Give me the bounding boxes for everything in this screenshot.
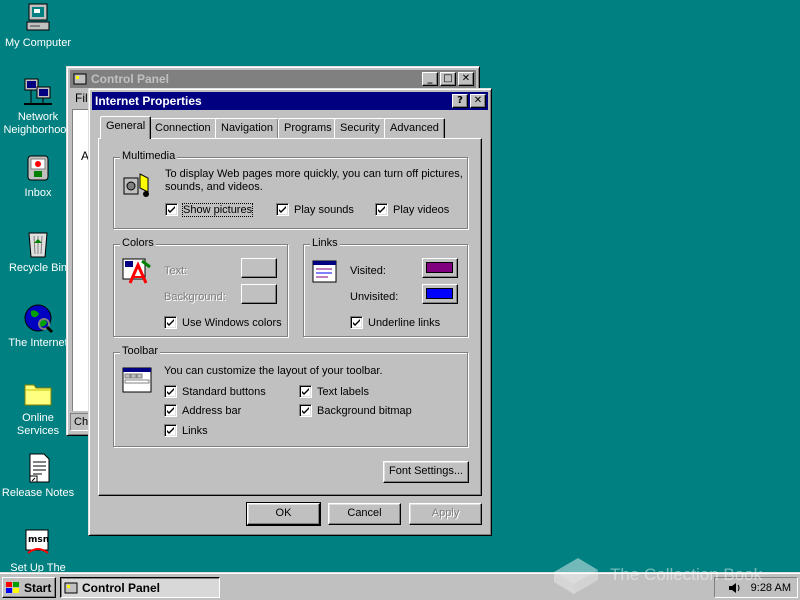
book-logo-icon: [554, 558, 598, 594]
desktop-icon-recycle-bin[interactable]: Recycle Bin: [0, 227, 76, 275]
my-computer-icon: [26, 3, 50, 31]
start-button[interactable]: Start: [2, 577, 56, 598]
desktop-icon-label: Recycle Bin: [8, 262, 68, 274]
desktop-icon-inbox[interactable]: Inbox: [0, 152, 76, 200]
control-panel-icon: [64, 582, 78, 593]
control-panel-titlebar[interactable]: Control Panel _ □ ✕: [70, 70, 476, 88]
minimize-button[interactable]: _: [422, 72, 438, 86]
help-button[interactable]: ?: [452, 94, 468, 108]
start-label: Start: [24, 580, 52, 595]
dialog-title: Internet Properties: [95, 94, 202, 108]
desktop-icon-release-notes[interactable]: Release Notes: [0, 452, 76, 500]
desktop-icon-setup-msn[interactable]: msn Set Up The: [0, 527, 76, 575]
desktop-icon-my-computer[interactable]: My Computer: [0, 2, 76, 50]
inbox-icon: [27, 155, 49, 181]
recycle-bin-icon: [28, 232, 48, 258]
menu-file[interactable]: Fil: [75, 92, 88, 105]
dialog-titlebar[interactable]: Internet Properties ? ✕: [92, 92, 488, 110]
desktop-icon-the-internet[interactable]: The Internet: [0, 302, 76, 350]
desktop-icon-label: Online Services: [16, 412, 60, 437]
close-button[interactable]: ✕: [458, 72, 474, 86]
desktop-icon-label: My Computer: [4, 37, 72, 49]
desktop-icon-network-neighborhood[interactable]: Network Neighborhood: [0, 76, 76, 137]
desktop-icon-label: Network Neighborhood: [3, 111, 73, 136]
svg-text:msn: msn: [28, 535, 49, 545]
desktop-icon-label: The Internet: [8, 337, 68, 349]
internet-properties-dialog[interactable]: Internet Properties ? ✕: [88, 88, 492, 536]
folder-icon: [24, 384, 52, 406]
desktop-icon-online-services[interactable]: Online Services: [0, 377, 76, 438]
document-icon: [29, 453, 50, 483]
msn-icon: msn: [25, 529, 49, 554]
desktop-icon-label: Inbox: [24, 187, 52, 199]
desktop-icon-label: Release Notes: [1, 487, 75, 499]
watermark: The Collection Book: [548, 552, 762, 598]
taskbar-item-control-panel[interactable]: Control Panel: [60, 577, 220, 598]
status-text: Ch: [74, 416, 89, 428]
network-neighborhood-icon: [24, 78, 52, 105]
taskbar-item-label: Control Panel: [82, 580, 161, 595]
internet-globe-icon: [24, 304, 54, 334]
watermark-text: The Collection Book: [610, 565, 763, 584]
dialog-close-button[interactable]: ✕: [470, 94, 486, 108]
control-panel-title: Control Panel: [91, 72, 170, 86]
windows-logo-icon: [6, 581, 19, 593]
maximize-button[interactable]: □: [440, 72, 456, 86]
control-panel-icon: [73, 73, 87, 85]
